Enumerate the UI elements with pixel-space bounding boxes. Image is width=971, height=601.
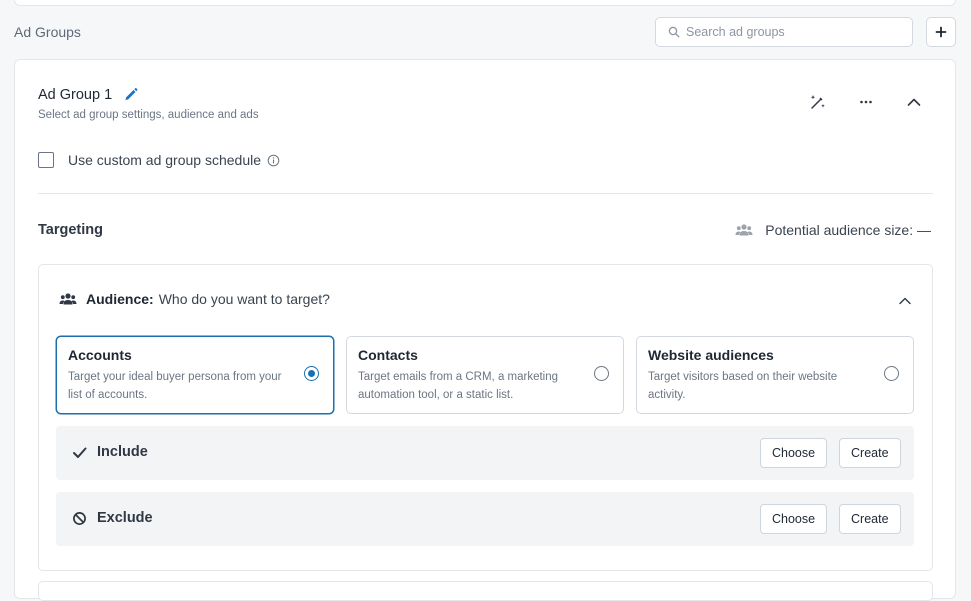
search-icon <box>668 26 680 38</box>
search-input[interactable] <box>686 18 906 46</box>
users-icon <box>735 224 753 236</box>
exclude-text: Exclude <box>97 510 153 526</box>
ad-groups-header: Ad Groups <box>14 17 956 48</box>
add-ad-group-button[interactable] <box>926 17 956 47</box>
next-section-card <box>38 581 933 601</box>
audience-label: Audience: <box>86 291 154 307</box>
previous-section-card <box>14 0 956 6</box>
section-title: Ad Groups <box>14 24 81 40</box>
custom-schedule-label: Use custom ad group schedule <box>68 152 261 168</box>
audience-size-label: Potential audience size: — <box>765 222 931 238</box>
search-box[interactable] <box>655 17 913 47</box>
radio-selected[interactable] <box>304 366 319 381</box>
exclude-label: Exclude <box>72 510 153 526</box>
check-icon <box>73 447 87 458</box>
potential-audience-size: Potential audience size: — <box>735 222 931 238</box>
custom-schedule-checkbox[interactable] <box>38 152 54 168</box>
exclude-create-button[interactable]: Create <box>839 504 901 534</box>
audience-section: Audience: Who do you want to target? Acc… <box>38 264 933 571</box>
exclude-row: Exclude Choose Create <box>56 492 914 546</box>
ad-group-title: Ad Group 1 <box>38 87 112 103</box>
option-title: Contacts <box>358 347 418 363</box>
ad-group-name: Ad Group 1 <box>38 87 113 103</box>
divider <box>38 193 933 194</box>
option-description: Target your ideal buyer persona from you… <box>68 371 282 401</box>
block-icon <box>73 511 86 525</box>
option-title: Website audiences <box>648 347 774 363</box>
more-horizontal-icon[interactable] <box>855 91 877 113</box>
radio-unselected[interactable] <box>884 366 899 381</box>
include-label: Include <box>72 444 148 460</box>
targeting-title: Targeting <box>38 222 103 238</box>
info-icon[interactable] <box>267 154 280 167</box>
include-text: Include <box>97 444 148 460</box>
audience-header: Audience: Who do you want to target? <box>59 291 330 307</box>
plus-icon <box>935 26 947 38</box>
audience-question: Who do you want to target? <box>158 291 330 307</box>
audience-option-contacts[interactable]: Contacts Target emails from a CRM, a mar… <box>346 336 624 414</box>
include-create-button[interactable]: Create <box>839 438 901 468</box>
ad-group-subtitle: Select ad group settings, audience and a… <box>38 109 259 121</box>
users-icon <box>59 293 77 305</box>
radio-unselected[interactable] <box>594 366 609 381</box>
pencil-icon[interactable] <box>123 86 139 102</box>
chevron-up-icon[interactable] <box>895 291 915 311</box>
exclude-choose-button[interactable]: Choose <box>760 504 828 534</box>
option-title: Accounts <box>68 347 132 363</box>
ad-group-card: Ad Group 1 Select ad group settings, aud… <box>14 59 956 601</box>
chevron-up-icon[interactable] <box>903 91 925 113</box>
include-choose-button[interactable]: Choose <box>760 438 828 468</box>
option-description: Target emails from a CRM, a marketing au… <box>358 371 559 401</box>
include-row: Include Choose Create <box>56 426 914 480</box>
option-description: Target visitors based on their website a… <box>648 371 838 401</box>
audience-option-accounts[interactable]: Accounts Target your ideal buyer persona… <box>56 336 334 414</box>
custom-schedule-row: Use custom ad group schedule <box>38 150 280 170</box>
magic-wand-icon[interactable] <box>807 91 829 113</box>
audience-option-website-audiences[interactable]: Website audiences Target visitors based … <box>636 336 914 414</box>
